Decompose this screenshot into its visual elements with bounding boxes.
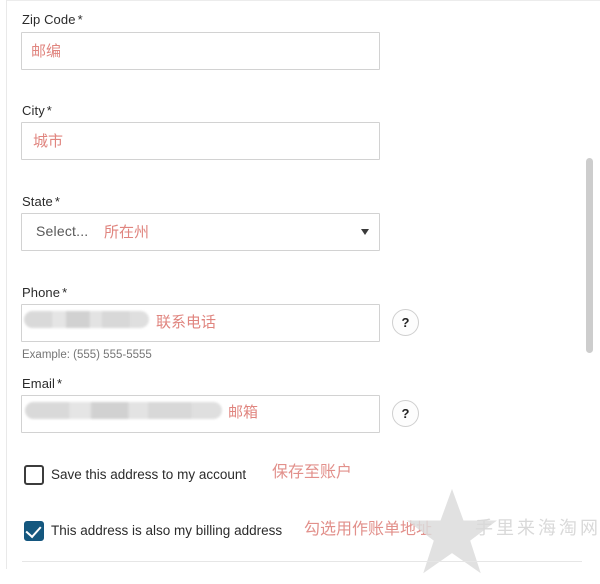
city-label: City *: [22, 103, 52, 119]
zip-annotation: 邮编: [31, 42, 62, 60]
save-address-label: Save this address to my account: [51, 467, 247, 482]
billing-address-annotation: 勾选用作账单地址: [304, 519, 433, 538]
chevron-down-icon[interactable]: [361, 229, 369, 235]
state-select-value: Select...: [36, 223, 89, 239]
phone-label-text: Phone: [22, 285, 61, 300]
email-label: Email *: [22, 376, 62, 392]
vertical-scrollbar-thumb[interactable]: [586, 158, 593, 353]
vertical-scrollbar-track[interactable]: [586, 0, 597, 569]
billing-address-checkbox[interactable]: [24, 521, 44, 541]
section-divider: [22, 561, 582, 562]
zip-label: Zip Code *: [22, 12, 83, 28]
email-label-text: Email: [22, 376, 56, 391]
watermark-text: 手里来海淘网: [475, 518, 600, 539]
billing-address-label: This address is also my billing address: [51, 523, 283, 538]
field-group-state: State *: [22, 194, 60, 210]
phone-required-marker: *: [62, 285, 68, 300]
phone-help-icon[interactable]: ?: [392, 309, 419, 336]
zip-required-marker: *: [77, 12, 83, 27]
city-annotation: 城市: [33, 132, 64, 150]
email-value-redacted: [25, 402, 222, 419]
field-group-phone: Phone *: [22, 285, 67, 301]
email-annotation: 邮箱: [228, 403, 259, 421]
email-required-marker: *: [57, 376, 63, 391]
state-label: State *: [22, 194, 60, 210]
zip-label-text: Zip Code: [22, 12, 76, 27]
email-help-icon[interactable]: ?: [392, 400, 419, 427]
state-required-marker: *: [54, 194, 61, 209]
phone-value-redacted: [24, 311, 149, 328]
check-icon: [25, 521, 42, 539]
phone-helper-text: Example: (555) 555-5555: [22, 349, 152, 361]
panel-top-border: [6, 0, 600, 1]
city-input[interactable]: [21, 122, 380, 160]
state-annotation: 所在州: [104, 223, 150, 241]
state-select[interactable]: Select...: [21, 213, 380, 251]
city-label-text: City: [22, 103, 45, 118]
panel-left-border: [6, 0, 7, 569]
phone-annotation: 联系电话: [156, 313, 217, 331]
city-required-marker: *: [46, 103, 52, 118]
save-address-checkbox[interactable]: [24, 465, 44, 485]
state-label-text: State: [22, 194, 53, 209]
field-group-email: Email *: [22, 376, 62, 392]
field-group-zip: Zip Code *: [22, 12, 83, 28]
checkout-address-form-panel: Zip Code * 邮编 City * 城市 State * Select... 所…: [0, 0, 600, 574]
field-group-city: City *: [22, 103, 52, 119]
phone-label: Phone *: [22, 285, 67, 301]
save-address-annotation: 保存至账户: [272, 462, 353, 481]
zip-code-input[interactable]: [21, 32, 380, 70]
